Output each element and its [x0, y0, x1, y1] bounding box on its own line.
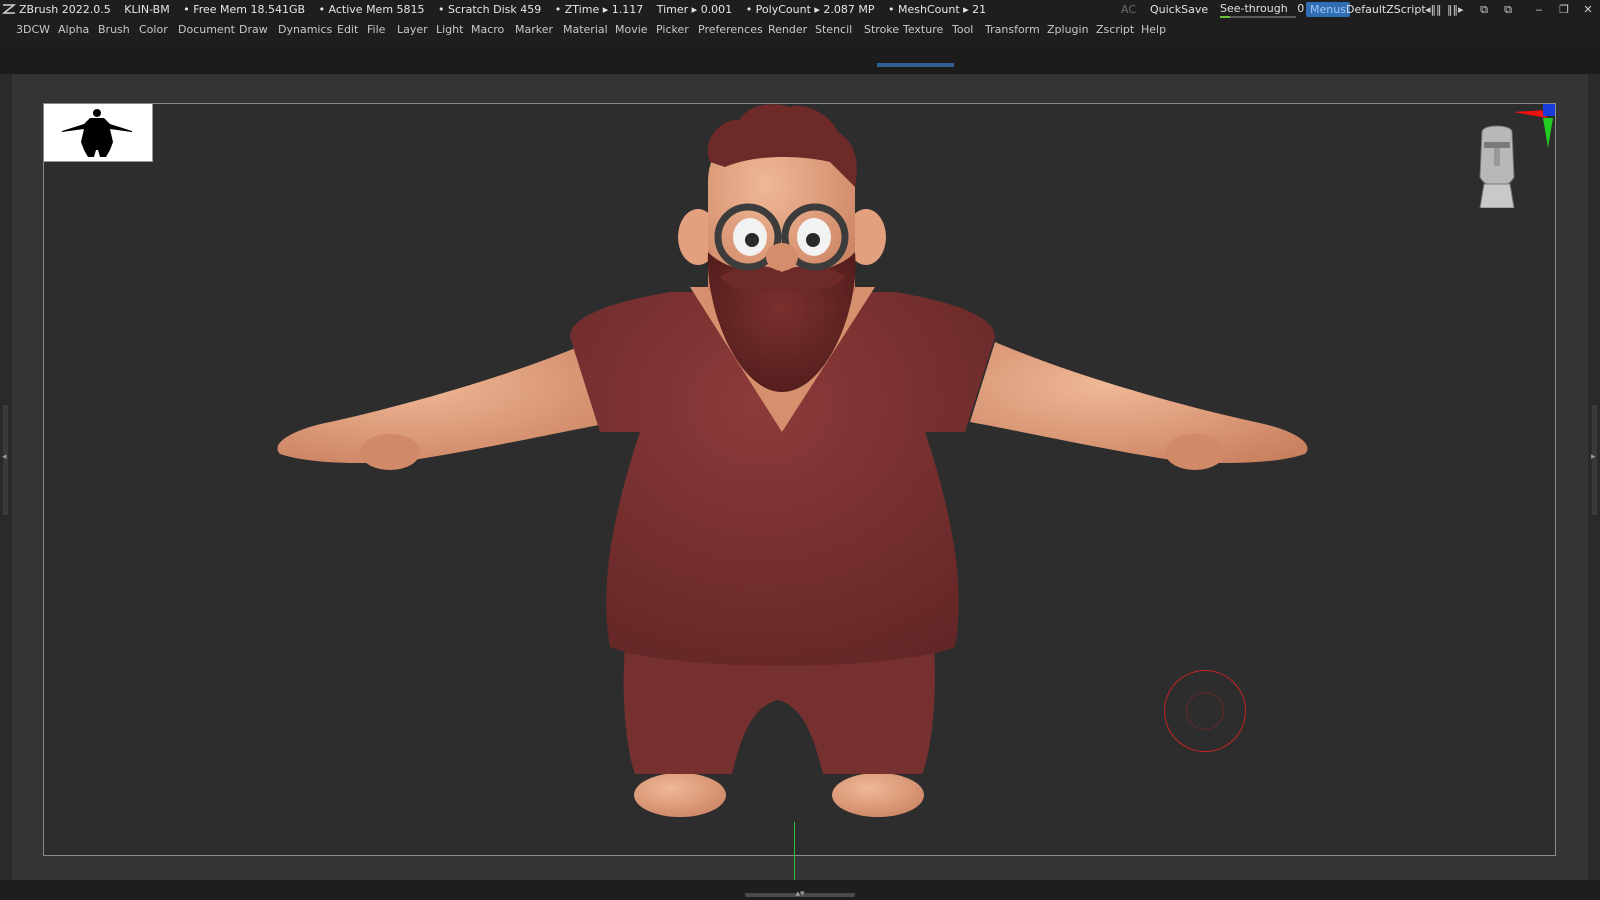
brush-cursor-inner [1186, 692, 1224, 730]
menu-file[interactable]: File [367, 19, 385, 41]
scratch-disk: • Scratch Disk 459 [438, 3, 542, 16]
silhouette-thumbnail [62, 109, 132, 157]
menu-color[interactable]: Color [139, 19, 168, 41]
top-shelf [0, 41, 1600, 74]
menu-document[interactable]: Document [178, 19, 235, 41]
shorts [623, 647, 935, 774]
menu-texture[interactable]: Texture [903, 19, 943, 41]
floor-axis-line [794, 822, 795, 884]
expand-bottom-icon[interactable]: ▴▾ [788, 888, 812, 900]
expand-right-icon[interactable]: ▸ [1591, 452, 1596, 462]
app-version: ZBrush 2022.0.5 [19, 3, 111, 16]
menu-alpha[interactable]: Alpha [58, 19, 89, 41]
menu-preferences[interactable]: Preferences [698, 19, 763, 41]
see-through-slider[interactable]: See-through 0 [1220, 1, 1304, 18]
thumbnail-view[interactable] [44, 104, 153, 162]
menu-material[interactable]: Material [563, 19, 608, 41]
zbrush-logo-icon[interactable] [2, 2, 16, 16]
character-model[interactable] [270, 102, 1315, 840]
menu-zplugin[interactable]: Zplugin [1047, 19, 1089, 41]
nose [766, 243, 798, 271]
layout-left-icon[interactable]: ◂‖‖ [1425, 0, 1442, 19]
layout-right-icon[interactable]: ‖‖▸ [1447, 0, 1464, 19]
menu-draw[interactable]: Draw [239, 19, 268, 41]
menu-render[interactable]: Render [768, 19, 807, 41]
expand-left-icon[interactable]: ◂ [2, 452, 7, 462]
close-icon[interactable]: ✕ [1580, 0, 1596, 19]
restore-layout-icon[interactable]: ⧉ [1500, 0, 1516, 19]
navigation-head-icon[interactable] [1470, 122, 1524, 208]
menu-layer[interactable]: Layer [397, 19, 428, 41]
menu-movie[interactable]: Movie [615, 19, 648, 41]
ztime: • ZTime ▸ 1.117 [554, 3, 644, 16]
menu-zscript[interactable]: Zscript [1096, 19, 1134, 41]
meshcount: • MeshCount ▸ 21 [888, 3, 987, 16]
swap-layout-icon[interactable]: ⧉ [1476, 0, 1492, 19]
see-through-label: See-through [1220, 2, 1288, 15]
menu-edit[interactable]: Edit [337, 19, 358, 41]
ac-toggle[interactable]: AC [1121, 0, 1136, 19]
menu-tool[interactable]: Tool [952, 19, 973, 41]
menus-button[interactable]: Menus [1306, 2, 1350, 17]
menu-light[interactable]: Light [436, 19, 463, 41]
right-pupil [806, 233, 820, 247]
see-through-value: 0 [1297, 2, 1305, 15]
menu-picker[interactable]: Picker [656, 19, 689, 41]
left-pupil [745, 233, 759, 247]
quicksave-button[interactable]: QuickSave [1150, 0, 1208, 19]
menu-transform[interactable]: Transform [985, 19, 1040, 41]
right-thumb [1165, 434, 1225, 470]
left-thumb [360, 434, 420, 470]
active-mem: • Active Mem 5815 [318, 3, 425, 16]
menu-marker[interactable]: Marker [515, 19, 553, 41]
left-foot [634, 773, 726, 817]
menu-help[interactable]: Help [1141, 19, 1166, 41]
menu-bar: 3DCW Alpha Brush Color Document Draw Dyn… [0, 19, 1600, 41]
zscript-selector[interactable]: DefaultZScript [1346, 0, 1426, 19]
right-arm [970, 342, 1308, 464]
free-mem: • Free Mem 18.541GB [183, 3, 306, 16]
menu-brush[interactable]: Brush [98, 19, 130, 41]
minimize-icon[interactable]: ‒ [1531, 0, 1547, 19]
menu-dynamics[interactable]: Dynamics [278, 19, 332, 41]
document-name: KLIN-BM [124, 3, 170, 16]
menu-3dcw[interactable]: 3DCW [16, 19, 50, 41]
menu-stencil[interactable]: Stencil [815, 19, 852, 41]
left-arm [277, 342, 615, 464]
title-bar: ZBrush 2022.0.5 KLIN-BM • Free Mem 18.54… [0, 0, 1600, 19]
right-foot [832, 773, 924, 817]
maximize-icon[interactable]: ❐ [1556, 0, 1572, 19]
polycount: • PolyCount ▸ 2.087 MP [745, 3, 875, 16]
menu-macro[interactable]: Macro [471, 19, 504, 41]
menu-stroke[interactable]: Stroke [864, 19, 899, 41]
timer: Timer ▸ 0.001 [656, 3, 733, 16]
title-info: ZBrush 2022.0.5 KLIN-BM • Free Mem 18.54… [19, 0, 996, 19]
active-tab-indicator [877, 63, 954, 67]
see-through-fill [1220, 16, 1230, 18]
